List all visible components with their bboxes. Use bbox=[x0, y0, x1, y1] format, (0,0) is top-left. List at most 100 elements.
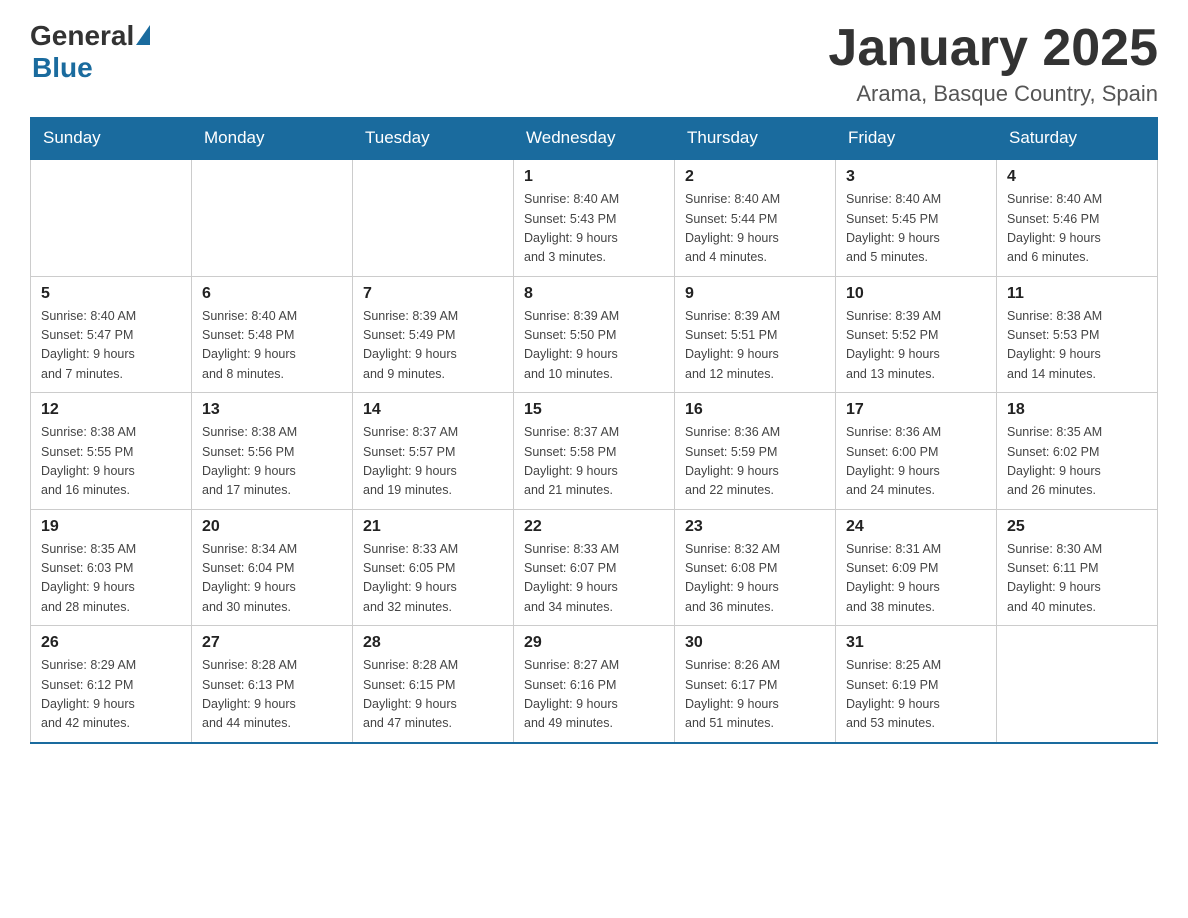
calendar-day-cell: 2Sunrise: 8:40 AM Sunset: 5:44 PM Daylig… bbox=[675, 159, 836, 276]
day-number: 8 bbox=[524, 285, 664, 303]
day-number: 13 bbox=[202, 401, 342, 419]
day-info: Sunrise: 8:40 AM Sunset: 5:43 PM Dayligh… bbox=[524, 190, 664, 268]
day-info: Sunrise: 8:27 AM Sunset: 6:16 PM Dayligh… bbox=[524, 656, 664, 734]
calendar-header-wednesday: Wednesday bbox=[514, 118, 675, 160]
calendar-day-cell: 4 Sunrise: 8:40 AM Sunset: 5:46 PM Daylig… bbox=[997, 159, 1158, 276]
day-number: 17 bbox=[846, 401, 986, 419]
day-info: Sunrise: 8:38 AM Sunset: 5:56 PM Dayligh… bbox=[202, 423, 342, 501]
day-number: 23 bbox=[685, 518, 825, 536]
day-info: Sunrise: 8:39 AM Sunset: 5:49 PM Dayligh… bbox=[363, 307, 503, 385]
day-number: 3 bbox=[846, 168, 986, 186]
calendar-day-cell bbox=[192, 159, 353, 276]
calendar-week-row: 12 Sunrise: 8:38 AM Sunset: 5:55 PM Dayli… bbox=[31, 393, 1158, 510]
calendar-day-cell: 11Sunrise: 8:38 AM Sunset: 5:53 PM Dayli… bbox=[997, 276, 1158, 393]
logo: General Blue bbox=[30, 20, 150, 84]
calendar-day-cell: 30Sunrise: 8:26 AM Sunset: 6:17 PM Dayli… bbox=[675, 626, 836, 743]
page-header: General Blue January 2025 Arama, Basque … bbox=[30, 20, 1158, 107]
day-number: 18 bbox=[1007, 401, 1147, 419]
day-number: 20 bbox=[202, 518, 342, 536]
calendar-day-cell: 31 Sunrise: 8:25 AM Sunset: 6:19 PM Dayli… bbox=[836, 626, 997, 743]
day-number: 11 bbox=[1007, 285, 1147, 303]
month-title: January 2025 bbox=[828, 20, 1158, 77]
day-number: 15 bbox=[524, 401, 664, 419]
day-number: 6 bbox=[202, 285, 342, 303]
day-number: 1 bbox=[524, 168, 664, 186]
day-number: 4 bbox=[1007, 168, 1147, 186]
calendar-day-cell: 24 Sunrise: 8:31 AM Sunset: 6:09 PM Dayli… bbox=[836, 509, 997, 626]
calendar-day-cell: 17Sunrise: 8:36 AM Sunset: 6:00 PM Dayli… bbox=[836, 393, 997, 510]
day-number: 26 bbox=[41, 634, 181, 652]
calendar-day-cell: 23 Sunrise: 8:32 AM Sunset: 6:08 PM Dayli… bbox=[675, 509, 836, 626]
calendar-day-cell: 5 Sunrise: 8:40 AM Sunset: 5:47 PM Daylig… bbox=[31, 276, 192, 393]
calendar-day-cell: 3 Sunrise: 8:40 AM Sunset: 5:45 PM Daylig… bbox=[836, 159, 997, 276]
calendar-day-cell: 16Sunrise: 8:36 AM Sunset: 5:59 PM Dayli… bbox=[675, 393, 836, 510]
day-info: Sunrise: 8:31 AM Sunset: 6:09 PM Dayligh… bbox=[846, 540, 986, 618]
day-number: 12 bbox=[41, 401, 181, 419]
day-info: Sunrise: 8:25 AM Sunset: 6:19 PM Dayligh… bbox=[846, 656, 986, 734]
calendar-day-cell: 27 Sunrise: 8:28 AM Sunset: 6:13 PM Dayli… bbox=[192, 626, 353, 743]
calendar-day-cell bbox=[31, 159, 192, 276]
calendar-day-cell: 10 Sunrise: 8:39 AM Sunset: 5:52 PM Dayli… bbox=[836, 276, 997, 393]
day-info: Sunrise: 8:29 AM Sunset: 6:12 PM Dayligh… bbox=[41, 656, 181, 734]
calendar-header-monday: Monday bbox=[192, 118, 353, 160]
calendar-day-cell: 12 Sunrise: 8:38 AM Sunset: 5:55 PM Dayli… bbox=[31, 393, 192, 510]
day-info: Sunrise: 8:40 AM Sunset: 5:45 PM Dayligh… bbox=[846, 190, 986, 268]
calendar-day-cell bbox=[353, 159, 514, 276]
day-number: 24 bbox=[846, 518, 986, 536]
day-number: 31 bbox=[846, 634, 986, 652]
day-info: Sunrise: 8:35 AM Sunset: 6:03 PM Dayligh… bbox=[41, 540, 181, 618]
day-number: 9 bbox=[685, 285, 825, 303]
day-info: Sunrise: 8:37 AM Sunset: 5:57 PM Dayligh… bbox=[363, 423, 503, 501]
day-info: Sunrise: 8:33 AM Sunset: 6:05 PM Dayligh… bbox=[363, 540, 503, 618]
day-info: Sunrise: 8:26 AM Sunset: 6:17 PM Dayligh… bbox=[685, 656, 825, 734]
day-info: Sunrise: 8:40 AM Sunset: 5:47 PM Dayligh… bbox=[41, 307, 181, 385]
calendar-day-cell: 13 Sunrise: 8:38 AM Sunset: 5:56 PM Dayli… bbox=[192, 393, 353, 510]
day-number: 27 bbox=[202, 634, 342, 652]
calendar-day-cell: 25 Sunrise: 8:30 AM Sunset: 6:11 PM Dayli… bbox=[997, 509, 1158, 626]
calendar-week-row: 19 Sunrise: 8:35 AM Sunset: 6:03 PM Dayli… bbox=[31, 509, 1158, 626]
day-number: 10 bbox=[846, 285, 986, 303]
logo-general-text: General bbox=[30, 20, 134, 52]
calendar-header-tuesday: Tuesday bbox=[353, 118, 514, 160]
day-info: Sunrise: 8:39 AM Sunset: 5:50 PM Dayligh… bbox=[524, 307, 664, 385]
location-title: Arama, Basque Country, Spain bbox=[828, 81, 1158, 107]
day-info: Sunrise: 8:30 AM Sunset: 6:11 PM Dayligh… bbox=[1007, 540, 1147, 618]
calendar-day-cell: 6Sunrise: 8:40 AM Sunset: 5:48 PM Daylig… bbox=[192, 276, 353, 393]
day-info: Sunrise: 8:40 AM Sunset: 5:46 PM Dayligh… bbox=[1007, 190, 1147, 268]
day-info: Sunrise: 8:38 AM Sunset: 5:55 PM Dayligh… bbox=[41, 423, 181, 501]
day-info: Sunrise: 8:28 AM Sunset: 6:13 PM Dayligh… bbox=[202, 656, 342, 734]
day-number: 19 bbox=[41, 518, 181, 536]
day-number: 5 bbox=[41, 285, 181, 303]
logo-blue-text: Blue bbox=[32, 52, 93, 84]
calendar-day-cell: 1 Sunrise: 8:40 AM Sunset: 5:43 PM Daylig… bbox=[514, 159, 675, 276]
calendar-day-cell: 14 Sunrise: 8:37 AM Sunset: 5:57 PM Dayli… bbox=[353, 393, 514, 510]
calendar-day-cell: 7 Sunrise: 8:39 AM Sunset: 5:49 PM Daylig… bbox=[353, 276, 514, 393]
day-info: Sunrise: 8:37 AM Sunset: 5:58 PM Dayligh… bbox=[524, 423, 664, 501]
title-area: January 2025 Arama, Basque Country, Spai… bbox=[828, 20, 1158, 107]
day-info: Sunrise: 8:34 AM Sunset: 6:04 PM Dayligh… bbox=[202, 540, 342, 618]
day-number: 25 bbox=[1007, 518, 1147, 536]
logo-triangle-icon bbox=[136, 25, 150, 45]
calendar-day-cell: 21 Sunrise: 8:33 AM Sunset: 6:05 PM Dayli… bbox=[353, 509, 514, 626]
day-info: Sunrise: 8:36 AM Sunset: 5:59 PM Dayligh… bbox=[685, 423, 825, 501]
day-info: Sunrise: 8:32 AM Sunset: 6:08 PM Dayligh… bbox=[685, 540, 825, 618]
day-info: Sunrise: 8:39 AM Sunset: 5:52 PM Dayligh… bbox=[846, 307, 986, 385]
calendar-header-saturday: Saturday bbox=[997, 118, 1158, 160]
calendar-header-friday: Friday bbox=[836, 118, 997, 160]
calendar-day-cell: 19 Sunrise: 8:35 AM Sunset: 6:03 PM Dayli… bbox=[31, 509, 192, 626]
calendar-header-row: SundayMondayTuesdayWednesdayThursdayFrid… bbox=[31, 118, 1158, 160]
day-number: 2 bbox=[685, 168, 825, 186]
day-info: Sunrise: 8:39 AM Sunset: 5:51 PM Dayligh… bbox=[685, 307, 825, 385]
calendar-day-cell: 29Sunrise: 8:27 AM Sunset: 6:16 PM Dayli… bbox=[514, 626, 675, 743]
day-number: 21 bbox=[363, 518, 503, 536]
calendar-day-cell: 22Sunrise: 8:33 AM Sunset: 6:07 PM Dayli… bbox=[514, 509, 675, 626]
day-info: Sunrise: 8:28 AM Sunset: 6:15 PM Dayligh… bbox=[363, 656, 503, 734]
calendar-table: SundayMondayTuesdayWednesdayThursdayFrid… bbox=[30, 117, 1158, 744]
calendar-week-row: 1 Sunrise: 8:40 AM Sunset: 5:43 PM Daylig… bbox=[31, 159, 1158, 276]
day-number: 28 bbox=[363, 634, 503, 652]
calendar-week-row: 26 Sunrise: 8:29 AM Sunset: 6:12 PM Dayli… bbox=[31, 626, 1158, 743]
calendar-day-cell: 8 Sunrise: 8:39 AM Sunset: 5:50 PM Daylig… bbox=[514, 276, 675, 393]
day-number: 14 bbox=[363, 401, 503, 419]
calendar-day-cell bbox=[997, 626, 1158, 743]
day-number: 7 bbox=[363, 285, 503, 303]
